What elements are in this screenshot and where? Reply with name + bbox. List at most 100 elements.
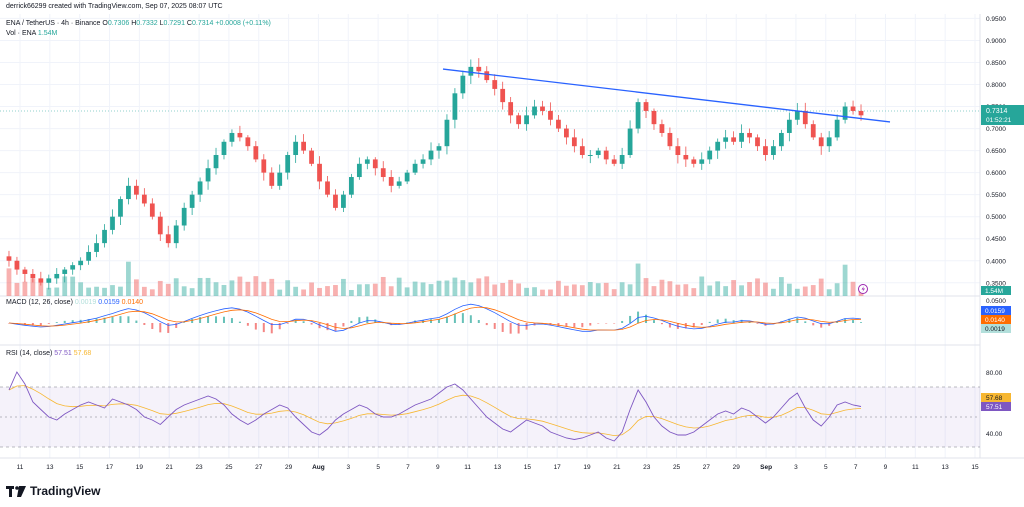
macd-histogram-bar xyxy=(597,323,600,324)
macd-histogram-bar xyxy=(430,319,433,323)
macd-histogram-bar xyxy=(191,318,194,323)
volume-bar xyxy=(675,284,681,296)
candle-body xyxy=(436,146,442,151)
macd-histogram-bar xyxy=(215,316,218,323)
candlesticks xyxy=(6,58,864,290)
macd-histogram-bar xyxy=(660,323,663,325)
time-tick: 9 xyxy=(436,464,440,471)
macd-histogram-bar xyxy=(55,322,58,323)
candle-body xyxy=(126,185,131,200)
candle-body xyxy=(229,132,235,142)
candle-body xyxy=(548,110,553,120)
macd-histogram-bar xyxy=(39,323,42,326)
macd-histogram-bar xyxy=(183,322,186,323)
candle-body xyxy=(245,137,251,147)
candle-body xyxy=(388,177,394,186)
symbol-label[interactable]: ENA / TetherUS · 4h · Binance xyxy=(6,20,100,27)
volume-value: 1.54M xyxy=(37,30,58,37)
macd-legend[interactable]: MACD (12, 26, close) 0.0019 0.0159 0.014… xyxy=(6,299,143,306)
candle-body xyxy=(141,194,147,204)
candle-body xyxy=(786,119,792,133)
rsi-legend[interactable]: RSI (14, close) 57.51 57.68 xyxy=(6,350,91,357)
volume-label[interactable]: Vol · ENA xyxy=(6,30,36,37)
candle-body xyxy=(94,243,99,252)
macd-histogram-bar xyxy=(557,323,560,327)
volume-bar xyxy=(627,284,633,296)
candle-body xyxy=(341,194,346,208)
macd-histogram-bar xyxy=(358,317,361,323)
candle-body xyxy=(691,159,697,164)
volume-bar xyxy=(452,277,458,296)
candle-body xyxy=(603,150,609,160)
volume-bar xyxy=(460,280,466,296)
macd-histogram-bar xyxy=(708,321,711,323)
volume-bar xyxy=(659,279,665,296)
candle-body xyxy=(468,66,474,76)
time-tick: 3 xyxy=(346,464,350,471)
candle-body xyxy=(30,273,36,279)
candle-body xyxy=(731,137,736,142)
trading-chart[interactable]: 0.95000.90000.85000.80000.75000.70000.65… xyxy=(0,0,1024,507)
candle-body xyxy=(420,159,426,164)
volume-bar xyxy=(468,282,474,296)
low-value: 0.7291 xyxy=(163,20,185,27)
volume-bar xyxy=(603,282,609,296)
volume-bar xyxy=(595,283,601,296)
candle-body xyxy=(556,119,561,129)
last-price-value: 0.7314 xyxy=(986,108,1008,115)
candle-body xyxy=(86,251,91,261)
candle-body xyxy=(333,194,338,208)
price-tick: 0.4500 xyxy=(986,236,1006,243)
candle-body xyxy=(532,106,537,116)
volume-bar xyxy=(325,286,330,296)
price-tick: 0.6500 xyxy=(986,148,1006,155)
time-tick: 7 xyxy=(854,464,858,471)
macd-histogram-bar xyxy=(804,321,807,323)
volume-bar xyxy=(165,283,171,296)
macd-histogram-bar xyxy=(509,323,512,334)
candle-body xyxy=(739,132,744,142)
candle-body xyxy=(452,93,458,120)
macd-histogram-bar xyxy=(716,319,719,323)
macd-histogram-bar xyxy=(246,323,249,326)
macd-pane xyxy=(7,303,863,334)
volume-bar xyxy=(810,285,816,296)
macd-tag-macd-value: 0.0159 xyxy=(985,308,1005,315)
high-value: 0.7332 xyxy=(136,20,158,27)
macd-histogram-bar xyxy=(119,316,122,323)
volume-bar xyxy=(181,286,187,296)
volume-bar xyxy=(842,264,848,296)
volume-bar xyxy=(850,281,856,296)
candle-body xyxy=(428,150,434,160)
volume-bar xyxy=(826,289,832,296)
candle-body xyxy=(285,155,291,173)
time-axis[interactable]: 11 13 15 17 19 21 23 25 27 29 Aug 3 5 7 9 11 13 15 17 19 21 2… xyxy=(17,464,979,471)
volume-bar xyxy=(309,282,314,296)
time-tick: 5 xyxy=(824,464,828,471)
candle-body xyxy=(277,172,283,186)
candle-body xyxy=(715,141,721,151)
volume-bar xyxy=(54,287,60,296)
price-axis[interactable]: 0.95000.90000.85000.80000.75000.70000.65… xyxy=(986,16,1006,287)
candle-body xyxy=(683,155,689,160)
tradingview-logo[interactable]: TradingView xyxy=(6,484,100,498)
volume-bar xyxy=(293,286,299,296)
macd-histogram-bar xyxy=(342,323,345,327)
volume-bar xyxy=(779,277,784,296)
candle-body xyxy=(587,155,593,156)
candle-body xyxy=(659,124,665,133)
volume-bar xyxy=(372,283,378,296)
candle-body xyxy=(38,278,44,283)
candle-body xyxy=(858,110,864,116)
candle-body xyxy=(237,132,243,138)
macd-axis-top: 0.0500 xyxy=(986,298,1006,305)
macd-histogram-bar xyxy=(453,313,456,323)
volume-bar xyxy=(301,289,306,296)
volume-bar xyxy=(683,284,689,296)
macd-histogram-bar xyxy=(230,318,233,323)
macd-histogram-bar xyxy=(589,323,592,326)
macd-histogram-bar xyxy=(254,323,257,330)
candle-body xyxy=(747,132,752,138)
rsi-line-value: 57.51 xyxy=(54,350,72,357)
volume-bar xyxy=(333,285,338,296)
